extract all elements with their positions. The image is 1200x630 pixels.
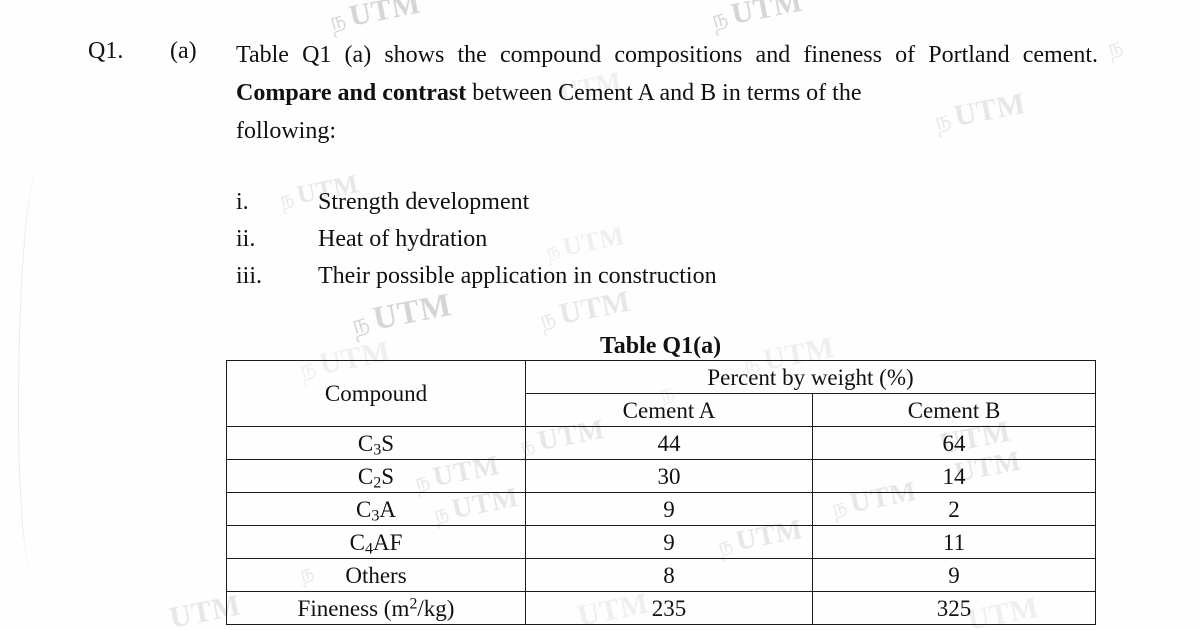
question-number: Q1. xyxy=(88,38,124,64)
list-item-marker: i. xyxy=(236,189,249,215)
cell-cement-b: 14 xyxy=(811,459,1097,493)
list-item-label: Their possible application in constructi… xyxy=(318,263,717,289)
cell-cement-a: 9 xyxy=(525,525,813,559)
cell-compound: Fineness (m2/kg) xyxy=(226,591,526,625)
table-row: Fineness (m2/kg) 235 325 xyxy=(226,591,1097,625)
table-row: Others 8 9 xyxy=(226,558,1097,592)
table-row: C3A 9 2 xyxy=(226,492,1097,526)
cell-compound: C3S xyxy=(226,426,526,460)
question-part-label: (a) xyxy=(170,38,197,64)
cell-cement-a: 235 xyxy=(525,591,813,625)
list-item-label: Strength development xyxy=(318,189,530,215)
question-line-3: following: xyxy=(236,118,336,144)
cell-cement-b: 64 xyxy=(811,426,1097,460)
table-row: C2S 30 14 xyxy=(226,459,1097,493)
header-percent-by-weight: Percent by weight (%) xyxy=(524,360,1097,394)
table-row: C3S 44 64 xyxy=(226,426,1097,460)
header-cement-b: Cement B xyxy=(811,393,1097,427)
cell-cement-b: 9 xyxy=(811,558,1097,592)
cell-compound: C2S xyxy=(226,459,526,493)
cell-cement-a: 44 xyxy=(525,426,813,460)
list-item-marker: iii. xyxy=(236,263,263,289)
list-item: ii. Heat of hydration xyxy=(236,222,996,259)
cell-cement-b: 2 xyxy=(811,492,1097,526)
table-header-row-top: Compound Percent by weight (%) xyxy=(226,360,1097,427)
compound-composition-table: Compound Percent by weight (%) Cement A … xyxy=(226,360,1097,625)
cell-compound: C3A xyxy=(226,492,526,526)
cell-compound: C4AF xyxy=(226,525,526,559)
table-caption: Table Q1(a) xyxy=(599,333,722,359)
sub-question-list: i. Strength development ii. Heat of hydr… xyxy=(236,185,996,296)
cell-compound: Others xyxy=(226,558,526,592)
table-row: C4AF 9 11 xyxy=(226,525,1097,559)
question-emphasis: Compare and contrast xyxy=(236,80,467,106)
header-cement-a: Cement A xyxy=(525,393,813,427)
header-compound: Compound xyxy=(226,360,526,427)
list-item-label: Heat of hydration xyxy=(318,226,488,252)
document-content: Q1. (a) Table Q1 (a) shows the compound … xyxy=(0,0,1200,630)
list-item-marker: ii. xyxy=(236,226,256,252)
list-item: i. Strength development xyxy=(236,185,996,222)
question-text: Table Q1 (a) shows the compound composit… xyxy=(236,36,1098,150)
cell-cement-a: 8 xyxy=(525,558,813,592)
cell-cement-a: 9 xyxy=(525,492,813,526)
scanned-page: நUTM நUTM ந UTM நUTM நUTM நUTM நUTM நUTM… xyxy=(0,0,1200,630)
list-item: iii. Their possible application in const… xyxy=(236,259,996,296)
question-line-1: Table Q1 (a) shows the compound composit… xyxy=(236,42,1010,68)
question-line-2-post: between Cement A and B in terms of the xyxy=(466,80,862,106)
question-line-2-pre: cement. xyxy=(1022,42,1099,68)
cell-cement-b: 325 xyxy=(811,591,1097,625)
cell-cement-b: 11 xyxy=(811,525,1097,559)
cell-cement-a: 30 xyxy=(525,459,813,493)
